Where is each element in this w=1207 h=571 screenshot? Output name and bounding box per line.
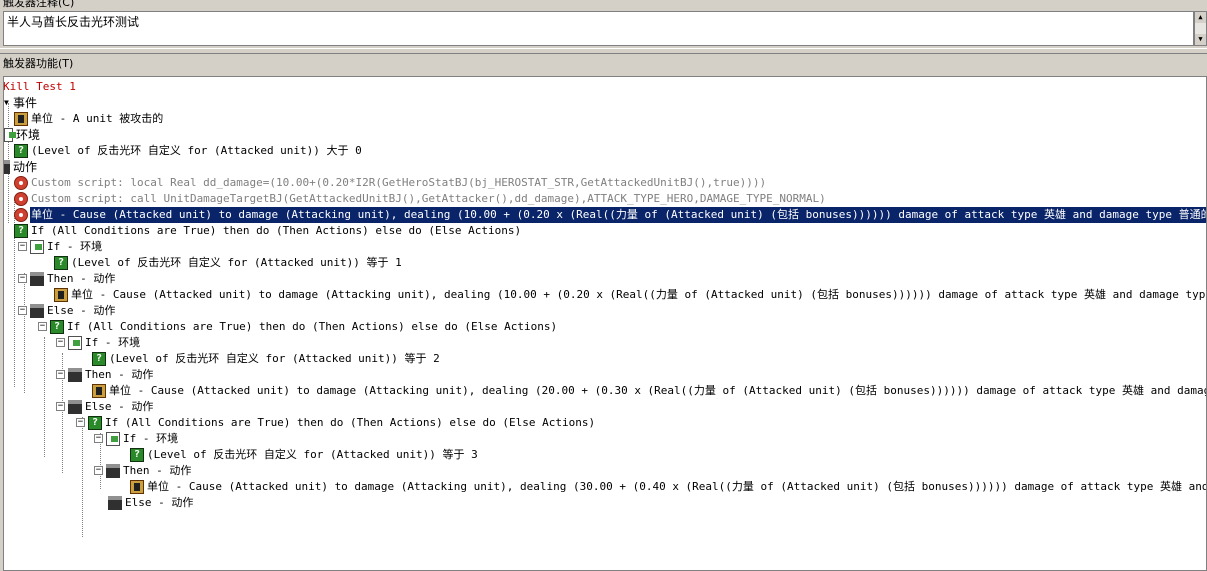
tree-node-then-actions[interactable]: − Then - 动作 [94, 463, 192, 479]
tree-node-condition[interactable]: ? (Level of 反击光环 自定义 for (Attacked unit))… [54, 255, 403, 271]
node-label: 环境 [16, 128, 41, 142]
condition-icon: ? [92, 352, 106, 366]
node-label: (Level of 反击光环 自定义 for (Attacked unit)) … [109, 352, 440, 365]
tree-node-condition[interactable]: ? (Level of 反击光环 自定义 for (Attacked unit))… [14, 143, 363, 159]
node-label: 单位 - Cause (Attacked unit) to damage (At… [109, 384, 1207, 397]
node-label: Else - 动作 [47, 304, 116, 317]
actions-folder-icon [4, 160, 10, 174]
unit-icon [92, 384, 106, 398]
node-label: Else - 动作 [85, 400, 154, 413]
tree-node-custom-script[interactable]: Custom script: call UnitDamageTargetBJ(G… [14, 191, 827, 207]
trigger-tree[interactable]: Kill Test 1 ▼ 事件 单位 - A unit 被攻击的 环境 ? (Le… [3, 76, 1207, 571]
actions-icon [108, 496, 122, 510]
tree-node-if-conditions[interactable]: − If - 环境 [94, 431, 179, 447]
tree-node-if-then-else[interactable]: −? If (All Conditions are True) then do (… [38, 319, 558, 335]
tree-node-events[interactable]: ▼ 事件 [4, 95, 38, 111]
actions-icon [30, 272, 44, 286]
node-label: If (All Conditions are True) then do (Th… [31, 224, 522, 237]
node-label: If - 环境 [85, 336, 141, 349]
scroll-down-icon[interactable]: ▼ [1195, 34, 1206, 45]
if-icon [30, 240, 44, 254]
collapse-icon[interactable]: − [94, 466, 103, 475]
node-label: (Level of 反击光环 自定义 for (Attacked unit)) … [147, 448, 478, 461]
comment-scrollbar[interactable]: ▲ ▼ [1194, 11, 1207, 46]
if-icon [68, 336, 82, 350]
collapse-icon[interactable]: − [76, 418, 85, 427]
condition-folder-icon [4, 128, 16, 142]
tree-node-condition[interactable]: ? (Level of 反击光环 自定义 for (Attacked unit))… [92, 351, 441, 367]
tree-node-condition[interactable]: ? (Level of 反击光环 自定义 for (Attacked unit))… [130, 447, 479, 463]
node-label: Then - 动作 [47, 272, 116, 285]
node-label: (Level of 反击光环 自定义 for (Attacked unit)) … [31, 144, 362, 157]
comment-label: 触发器注释(C) [0, 0, 1207, 10]
node-label: 单位 - A unit 被攻击的 [31, 112, 164, 125]
actions-icon [68, 368, 82, 382]
collapse-icon[interactable]: − [56, 402, 65, 411]
condition-icon: ? [14, 224, 28, 238]
node-label: Custom script: call UnitDamageTargetBJ(G… [31, 192, 826, 205]
unit-icon [130, 480, 144, 494]
tree-node-action[interactable]: 单位 - Cause (Attacked unit) to damage (At… [54, 287, 1207, 303]
unit-icon [14, 112, 28, 126]
splitter[interactable] [0, 48, 1207, 54]
tree-node-event[interactable]: 单位 - A unit 被攻击的 [14, 111, 164, 127]
node-label: (Level of 反击光环 自定义 for (Attacked unit)) … [71, 256, 402, 269]
node-label: 单位 - Cause (Attacked unit) to damage (At… [30, 207, 1206, 223]
condition-icon: ? [54, 256, 68, 270]
node-label: If (All Conditions are True) then do (Th… [67, 320, 558, 333]
actions-icon [68, 400, 82, 414]
condition-icon: ? [14, 144, 28, 158]
tree-node-action-selected[interactable]: 单位 - Cause (Attacked unit) to damage (At… [14, 207, 1206, 223]
gear-icon [14, 176, 28, 190]
node-label: 单位 - Cause (Attacked unit) to damage (At… [71, 288, 1207, 301]
node-label: 动作 [13, 160, 38, 174]
gear-icon [14, 192, 28, 206]
collapse-icon[interactable]: − [38, 322, 47, 331]
collapse-icon[interactable]: − [18, 306, 27, 315]
condition-icon: ? [88, 416, 102, 430]
functions-label: 触发器功能(T) [0, 56, 1207, 72]
tree-node-if-then-else[interactable]: −? If (All Conditions are True) then do (… [76, 415, 596, 431]
node-label: 单位 - Cause (Attacked unit) to damage (At… [147, 480, 1207, 493]
tree-node-then-actions[interactable]: − Then - 动作 [18, 271, 116, 287]
node-label: 事件 [13, 96, 38, 110]
tree-node-actions[interactable]: 动作 [4, 159, 38, 175]
tree-node-action[interactable]: 单位 - Cause (Attacked unit) to damage (At… [92, 383, 1207, 399]
trigger-name: Kill Test 1 [3, 80, 76, 93]
collapse-icon[interactable]: − [56, 370, 65, 379]
node-label: Else - 动作 [125, 496, 194, 509]
gear-icon [14, 208, 28, 222]
node-label: Then - 动作 [85, 368, 154, 381]
tree-node-custom-script[interactable]: Custom script: local Real dd_damage=(10.… [14, 175, 767, 191]
condition-icon: ? [130, 448, 144, 462]
tree-node-action[interactable]: 单位 - Cause (Attacked unit) to damage (At… [130, 479, 1207, 495]
if-icon [106, 432, 120, 446]
node-label: Then - 动作 [123, 464, 192, 477]
tree-node-then-actions[interactable]: − Then - 动作 [56, 367, 154, 383]
tree-node-else-actions[interactable]: − Else - 动作 [18, 303, 116, 319]
node-label: If - 环境 [123, 432, 179, 445]
node-label: If - 环境 [47, 240, 103, 253]
condition-icon: ? [50, 320, 64, 334]
tree-node-if-conditions[interactable]: − If - 环境 [56, 335, 141, 351]
collapse-icon[interactable]: − [94, 434, 103, 443]
expand-icon[interactable]: ▼ [4, 95, 12, 111]
node-label: If (All Conditions are True) then do (Th… [105, 416, 596, 429]
tree-node-conditions[interactable]: 环境 [4, 127, 41, 143]
collapse-icon[interactable]: − [56, 338, 65, 347]
actions-icon [106, 464, 120, 478]
tree-node-trigger[interactable]: Kill Test 1 [3, 79, 77, 95]
unit-icon [54, 288, 68, 302]
tree-node-else-actions[interactable]: Else - 动作 [108, 495, 194, 511]
actions-icon [30, 304, 44, 318]
node-label: Custom script: local Real dd_damage=(10.… [31, 176, 767, 189]
tree-node-else-actions[interactable]: − Else - 动作 [56, 399, 154, 415]
tree-node-if-conditions[interactable]: − If - 环境 [18, 239, 103, 255]
comment-field[interactable]: 半人马酋长反击光环测试 [3, 11, 1194, 46]
collapse-icon[interactable]: − [18, 274, 27, 283]
collapse-icon[interactable]: − [18, 242, 27, 251]
scroll-up-icon[interactable]: ▲ [1195, 12, 1206, 23]
tree-node-if-then-else[interactable]: ? If (All Conditions are True) then do (T… [14, 223, 522, 239]
